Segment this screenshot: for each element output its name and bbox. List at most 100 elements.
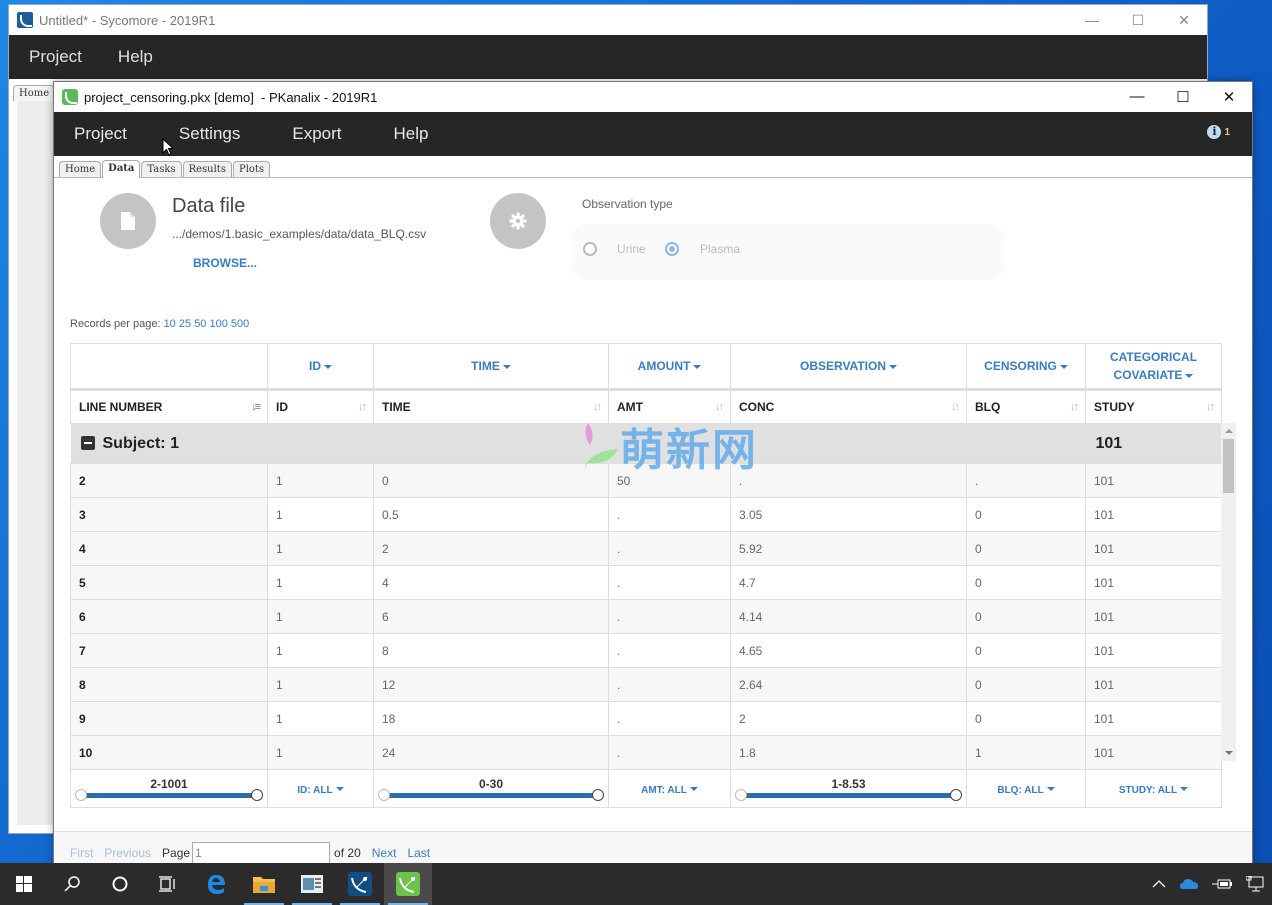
- pager-previous[interactable]: Previous: [104, 846, 151, 860]
- close-button[interactable]: ✕: [1206, 88, 1252, 106]
- pkanalix-app-icon: [62, 89, 78, 105]
- slider-min-handle[interactable]: [735, 788, 747, 801]
- tab-tasks[interactable]: Tasks: [141, 161, 182, 177]
- cell-blq: 0: [966, 497, 1086, 532]
- filter-id[interactable]: ID: ALL: [267, 769, 374, 808]
- rpp-option-100[interactable]: 100: [210, 318, 228, 330]
- column-type-conc[interactable]: OBSERVATION: [730, 343, 967, 391]
- network-status-button[interactable]: [1246, 876, 1264, 892]
- show-hidden-icons-button[interactable]: [1152, 879, 1166, 889]
- maximize-button[interactable]: ☐: [1160, 88, 1206, 106]
- filter-amt[interactable]: AMT: ALL: [608, 769, 731, 808]
- filter-study[interactable]: STUDY: ALL: [1085, 769, 1222, 808]
- subject-group-row[interactable]: Subject: 1 101: [70, 423, 1222, 464]
- edge-icon: [208, 875, 225, 894]
- pager-first[interactable]: First: [70, 846, 93, 860]
- column-type-blq[interactable]: CENSORING: [966, 343, 1086, 391]
- header-line-number[interactable]: LINE NUMBER ↓≡: [70, 389, 268, 424]
- radio-urine[interactable]: [583, 242, 597, 256]
- table-row[interactable]: 2 1 0 50.. 101: [70, 463, 1222, 498]
- table-row[interactable]: 6 1 6. 4.14 0 101: [70, 599, 1222, 634]
- task-view-button[interactable]: [144, 863, 192, 905]
- rpp-option-10[interactable]: 10: [164, 318, 176, 330]
- header-time[interactable]: TIME ↓↑: [373, 389, 609, 424]
- sycomore-maximize-button[interactable]: ☐: [1115, 12, 1161, 29]
- radio-plasma[interactable]: [665, 242, 679, 256]
- table-row[interactable]: 4 1 2. 5.92 0 101: [70, 531, 1222, 566]
- info-icon: i: [1207, 125, 1222, 139]
- scrollbar-thumb[interactable]: [1223, 439, 1234, 493]
- browse-button[interactable]: BROWSE...: [193, 256, 257, 270]
- slider-max-handle[interactable]: [251, 788, 263, 801]
- battery-status-button[interactable]: [1212, 878, 1232, 890]
- cell-study: 101: [1085, 633, 1222, 668]
- table-row[interactable]: 3 1 0.5. 3.05 0 101: [70, 497, 1222, 532]
- tab-data[interactable]: Data: [102, 160, 141, 178]
- header-amt[interactable]: AMT ↓↑: [608, 389, 731, 424]
- header-blq[interactable]: BLQ ↓↑: [966, 389, 1086, 424]
- onedrive-button[interactable]: [1180, 878, 1198, 890]
- sycomore-tab-home[interactable]: Home: [13, 85, 56, 101]
- sycomore-minimize-button[interactable]: —: [1069, 12, 1115, 29]
- column-header-row: LINE NUMBER ↓≡ ID ↓↑ TIME ↓↑ AMT ↓↑ CONC ↓↑ B…: [70, 389, 1222, 424]
- filter-blq[interactable]: BLQ: ALL: [966, 769, 1086, 808]
- column-type-study[interactable]: CATEGORICAL COVARIATE: [1085, 343, 1222, 391]
- pager-last[interactable]: Last: [407, 846, 430, 860]
- slider-max-handle[interactable]: [950, 788, 962, 801]
- table-row[interactable]: 10 1 24. 1.8 1 101: [70, 735, 1222, 770]
- rpp-option-25[interactable]: 25: [179, 318, 191, 330]
- column-type-time[interactable]: TIME: [373, 343, 609, 391]
- sycomore-menu-project[interactable]: Project: [29, 47, 82, 67]
- sycomore-taskbar-button[interactable]: [336, 863, 384, 905]
- edge-browser-button[interactable]: [192, 863, 240, 905]
- info-count: 1: [1224, 126, 1230, 138]
- rpp-option-50[interactable]: 50: [194, 318, 206, 330]
- file-explorer-button[interactable]: [240, 863, 288, 905]
- table-row[interactable]: 8 1 12. 2.64 0 101: [70, 667, 1222, 702]
- data-settings-button[interactable]: [490, 193, 546, 249]
- slider-min-handle[interactable]: [378, 788, 390, 801]
- slider-max-handle[interactable]: [592, 788, 604, 801]
- header-conc[interactable]: CONC ↓↑: [730, 389, 967, 424]
- pkanalix-icon: [396, 872, 420, 896]
- tab-home[interactable]: Home: [59, 161, 102, 177]
- pkanalix-taskbar-button[interactable]: [384, 863, 432, 905]
- slider-range-label: 0-30: [478, 776, 504, 791]
- column-type-amt[interactable]: AMOUNT: [608, 343, 731, 391]
- time-range-slider[interactable]: 0-30: [374, 771, 608, 807]
- table-scrollbar[interactable]: [1221, 423, 1236, 761]
- sycomore-close-button[interactable]: ✕: [1161, 12, 1207, 29]
- line-number-range-slider[interactable]: 2-1001: [71, 771, 267, 807]
- taskbar-search-button[interactable]: [48, 863, 96, 905]
- slider-min-handle[interactable]: [75, 788, 87, 801]
- cell-conc: 5.92: [730, 531, 967, 566]
- conc-range-slider[interactable]: 1-8.53: [731, 771, 966, 807]
- cell-id: 1: [267, 701, 374, 736]
- cell-study: 101: [1085, 497, 1222, 532]
- header-study[interactable]: STUDY ↓↑: [1085, 389, 1222, 424]
- info-notification[interactable]: i 1: [1207, 125, 1230, 139]
- collapse-icon[interactable]: [80, 436, 95, 451]
- header-id[interactable]: ID ↓↑: [267, 389, 374, 424]
- table-row[interactable]: 7 1 8. 4.65 0 101: [70, 633, 1222, 668]
- pager-next[interactable]: Next: [372, 846, 397, 860]
- table-row[interactable]: 9 1 18. 2 0 101: [70, 701, 1222, 736]
- scroll-up-icon[interactable]: [1225, 429, 1233, 433]
- menu-project[interactable]: Project: [74, 124, 127, 144]
- news-app-button[interactable]: [288, 863, 336, 905]
- tab-results[interactable]: Results: [182, 161, 232, 177]
- menu-export[interactable]: Export: [292, 124, 341, 144]
- sycomore-menu-help[interactable]: Help: [118, 47, 153, 67]
- column-type-id[interactable]: ID: [267, 343, 374, 391]
- menu-settings[interactable]: Settings: [179, 124, 240, 144]
- minimize-button[interactable]: —: [1114, 88, 1160, 106]
- caret-down-icon: [1180, 787, 1189, 792]
- scroll-down-icon[interactable]: [1225, 751, 1233, 755]
- page-number-input[interactable]: [192, 842, 331, 864]
- menu-help[interactable]: Help: [394, 124, 429, 144]
- rpp-option-500[interactable]: 500: [231, 318, 249, 330]
- tab-plots[interactable]: Plots: [232, 161, 271, 177]
- start-button[interactable]: [0, 863, 48, 905]
- cortana-button[interactable]: [96, 863, 144, 905]
- table-row[interactable]: 5 1 4. 4.7 0 101: [70, 565, 1222, 600]
